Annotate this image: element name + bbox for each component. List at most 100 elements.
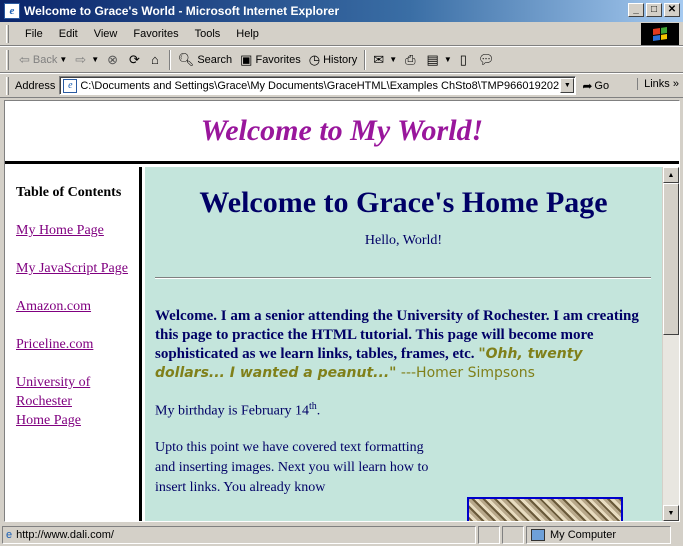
toolbar-separator xyxy=(364,49,367,70)
go-button[interactable]: ➦ Go xyxy=(582,79,609,93)
stop-button[interactable]: ⊗ xyxy=(103,49,125,71)
toolbar-grip[interactable] xyxy=(6,49,9,70)
status-text-panel: e http://www.dali.com/ xyxy=(2,526,476,544)
edit-dropdown-icon[interactable]: ▼ xyxy=(444,55,452,64)
menu-help[interactable]: Help xyxy=(228,28,267,40)
search-label: Search xyxy=(197,53,233,66)
document-icon: ▯ xyxy=(459,51,467,67)
history-icon: ◷ xyxy=(308,51,321,67)
content-frame: Welcome to Grace's Home Page Hello, Worl… xyxy=(145,167,662,521)
birthday-main: My birthday is February 14 xyxy=(155,403,309,419)
my-computer-icon xyxy=(531,529,545,541)
birthday-sup: th xyxy=(308,401,317,412)
forward-dropdown-icon[interactable]: ▼ xyxy=(91,55,99,64)
ie-logo-icon: e xyxy=(4,3,20,19)
menu-file[interactable]: File xyxy=(17,28,51,40)
scroll-thumb[interactable] xyxy=(663,183,679,335)
discuss-button[interactable]: ▯ xyxy=(456,49,474,71)
chevron-right-icon[interactable]: » xyxy=(673,78,679,90)
quote-attribution: ---Homer Simpsons xyxy=(396,365,535,381)
security-zone-panel: My Computer xyxy=(526,526,671,544)
banner-frame: Welcome to My World! xyxy=(5,101,679,164)
toc-title: Table of Contents xyxy=(16,185,122,200)
address-bar: Address e C:\Documents and Settings\Grac… xyxy=(0,74,683,98)
back-label: Back xyxy=(32,53,58,66)
horizontal-rule xyxy=(155,277,651,279)
status-text: http://www.dali.com/ xyxy=(16,529,114,541)
back-dropdown-icon[interactable]: ▼ xyxy=(59,55,67,64)
refresh-button[interactable]: ⟳ xyxy=(125,49,147,71)
favorites-label: Favorites xyxy=(255,53,301,66)
minimize-button[interactable]: _ xyxy=(628,3,644,17)
address-input[interactable]: e C:\Documents and Settings\Grace\My Doc… xyxy=(59,76,577,95)
menu-view[interactable]: View xyxy=(86,28,126,40)
scroll-up-icon[interactable]: ▲ xyxy=(663,167,679,183)
page-icon: e xyxy=(6,529,13,541)
title-bar: e Welcome to Grace's World - Microsoft I… xyxy=(0,0,683,22)
links-toolbar[interactable]: Links » xyxy=(637,78,679,90)
status-panel xyxy=(478,526,500,544)
toc-frame: Table of Contents My Home Page My JavaSc… xyxy=(5,167,142,521)
favorites-button[interactable]: ▣ Favorites xyxy=(236,49,305,71)
toc-link-javascript[interactable]: My JavaScript Page xyxy=(16,259,139,278)
page-icon: e xyxy=(63,78,78,93)
menu-tools[interactable]: Tools xyxy=(187,28,229,40)
print-icon: ⎙ xyxy=(405,51,416,67)
birthday-end: . xyxy=(316,403,321,419)
page-heading: Welcome to Grace's Home Page xyxy=(199,186,608,219)
favorites-folder-icon: ▣ xyxy=(240,51,253,67)
toc-link-home[interactable]: My Home Page xyxy=(16,221,139,240)
address-dropdown-icon[interactable]: ▼ xyxy=(560,78,575,93)
edit-icon: ▤ xyxy=(426,51,439,67)
mail-dropdown-icon[interactable]: ▼ xyxy=(389,55,397,64)
mail-button[interactable]: ✉ ▼ xyxy=(369,49,401,71)
upto-paragraph: Upto this point we have covered text for… xyxy=(155,439,429,495)
birthday-text: My birthday is February 14th. xyxy=(155,401,652,420)
toc-link-rochester[interactable]: University of Rochester Home Page xyxy=(16,373,106,430)
forward-button[interactable]: ⇨ ▼ xyxy=(71,49,103,71)
menu-favorites[interactable]: Favorites xyxy=(125,28,186,40)
forward-arrow-icon: ⇨ xyxy=(75,51,87,67)
window-title: Welcome to Grace's World - Microsoft Int… xyxy=(24,4,340,18)
zone-label: My Computer xyxy=(550,529,617,541)
history-label: History xyxy=(323,53,358,66)
home-button[interactable]: ⌂ xyxy=(147,49,166,71)
status-bar: e http://www.dali.com/ My Computer xyxy=(0,524,683,546)
welcome-paragraph: Welcome. I am a senior attending the Uni… xyxy=(155,307,652,383)
mail-icon: ✉ xyxy=(373,51,385,67)
toolbar-separator xyxy=(168,49,171,70)
links-label: Links xyxy=(644,78,670,90)
messenger-button[interactable]: 💬︎ xyxy=(474,49,502,71)
status-panel xyxy=(502,526,524,544)
dali-image[interactable] xyxy=(467,497,623,521)
address-grip[interactable] xyxy=(6,76,9,95)
vertical-scrollbar[interactable]: ▲ ▼ xyxy=(662,167,679,521)
go-arrow-icon: ➦ xyxy=(582,78,593,93)
windows-logo-icon xyxy=(641,23,679,45)
print-button[interactable]: ⎙ xyxy=(401,49,422,71)
stop-icon: ⊗ xyxy=(107,51,119,67)
browser-viewport: Welcome to My World! Table of Contents M… xyxy=(4,100,680,522)
banner-title: Welcome to My World! xyxy=(200,114,484,147)
scroll-down-icon[interactable]: ▼ xyxy=(663,505,679,521)
search-button[interactable]: 🔍︎ Search xyxy=(174,49,236,71)
back-arrow-icon: ⇦ xyxy=(19,51,30,67)
close-button[interactable]: ✕ xyxy=(664,3,680,17)
search-icon: 🔍︎ xyxy=(177,51,195,67)
toc-link-priceline[interactable]: Priceline.com xyxy=(16,335,139,354)
maximize-button[interactable]: □ xyxy=(646,3,662,17)
edit-page-button[interactable]: ▤ ▼ xyxy=(423,49,456,71)
window-controls: _ □ ✕ xyxy=(626,3,680,17)
toc-link-amazon[interactable]: Amazon.com xyxy=(16,297,139,316)
back-button[interactable]: ⇦ Back ▼ xyxy=(15,49,71,71)
go-label: Go xyxy=(594,79,610,92)
home-icon: ⌂ xyxy=(150,52,159,67)
hello-text: Hello, World! xyxy=(364,233,443,248)
menu-grip[interactable] xyxy=(6,24,9,43)
menu-edit[interactable]: Edit xyxy=(51,28,86,40)
address-url[interactable]: C:\Documents and Settings\Grace\My Docum… xyxy=(80,80,560,92)
history-button[interactable]: ◷ History xyxy=(305,49,362,71)
menu-bar: File Edit View Favorites Tools Help xyxy=(0,22,683,46)
messenger-icon: 💬︎ xyxy=(477,51,495,67)
standard-toolbar: ⇦ Back ▼ ⇨ ▼ ⊗ ⟳ ⌂ 🔍︎ Search ▣ Favorites… xyxy=(0,47,683,73)
